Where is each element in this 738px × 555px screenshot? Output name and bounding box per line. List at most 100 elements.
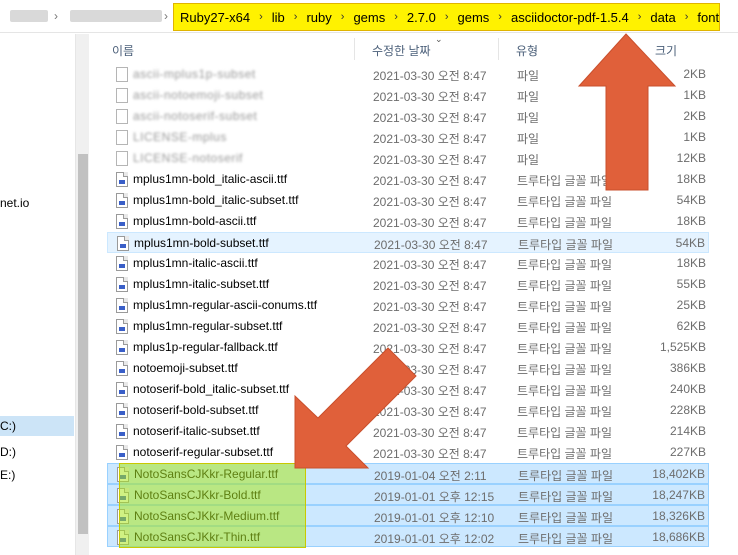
file-row[interactable]: mplus1mn-italic-ascii.ttf 2021-03-30 오전 8… xyxy=(107,253,709,274)
nav-item-drive-c[interactable]: C:) xyxy=(0,416,74,436)
column-size[interactable]: 크기 xyxy=(655,42,677,59)
file-size: 214KB xyxy=(669,424,706,438)
file-row[interactable]: notoemoji-subset.ttf 2021-03-30 오전 8:47 트루… xyxy=(107,358,709,379)
file-size: 25KB xyxy=(676,298,706,312)
file-size: 1KB xyxy=(683,88,706,102)
file-row[interactable]: mplus1mn-regular-ascii-conums.ttf 2021-03… xyxy=(107,295,709,316)
file-name: notoserif-italic-subset.ttf xyxy=(133,424,260,438)
column-date[interactable]: 수정한 날짜 xyxy=(372,42,431,59)
file-row[interactable]: mplus1mn-bold-ascii.ttf 2021-03-30 오전 8:4… xyxy=(107,211,709,232)
file-size: 2KB xyxy=(683,67,706,81)
file-type: 트루타입 글꼴 파일 xyxy=(517,384,612,398)
blank-file-icon xyxy=(116,109,128,124)
file-name: LICENSE-notoserif xyxy=(133,151,243,165)
file-row[interactable]: notoserif-bold-subset.ttf 2021-03-30 오전 8… xyxy=(107,400,709,421)
nav-scrollbar[interactable] xyxy=(75,34,89,555)
nav-item-network[interactable]: net.io xyxy=(0,193,74,213)
chevron-right-icon[interactable]: › xyxy=(259,11,263,23)
breadcrumb-segment[interactable]: ruby xyxy=(306,10,331,25)
file-size: 18,326KB xyxy=(652,509,705,523)
file-type: 트루타입 글꼴 파일 xyxy=(517,258,612,272)
file-type: 트루타입 글꼴 파일 xyxy=(517,216,612,230)
file-date: 2021-03-30 오전 8:47 xyxy=(373,132,487,146)
chevron-right-icon[interactable]: › xyxy=(341,11,345,23)
file-type: 트루타입 글꼴 파일 xyxy=(517,363,612,377)
file-name: mplus1mn-bold-subset.ttf xyxy=(134,236,269,250)
file-row[interactable]: LICENSE-mplus 2021-03-30 오전 8:47 파일 1KB xyxy=(107,127,709,148)
file-name: ascii-notoemoji-subset xyxy=(133,88,264,102)
file-date: 2021-03-30 오전 8:47 xyxy=(373,363,487,377)
breadcrumb-segment[interactable]: asciidoctor-pdf-1.5.4 xyxy=(511,10,629,25)
file-type: 트루타입 글꼴 파일 xyxy=(517,279,612,293)
breadcrumb-segment[interactable]: gems xyxy=(353,10,385,25)
font-file-icon xyxy=(116,256,128,271)
file-type: 트루타입 글꼴 파일 xyxy=(518,511,613,525)
file-type: 트루타입 글꼴 파일 xyxy=(518,490,613,504)
file-row[interactable]: ascii-notoemoji-subset 2021-03-30 오전 8:47… xyxy=(107,85,709,106)
file-date: 2021-03-30 오전 8:47 xyxy=(373,300,487,314)
file-row[interactable]: notoserif-italic-subset.ttf 2021-03-30 오전… xyxy=(107,421,709,442)
file-row[interactable]: mplus1mn-regular-subset.ttf 2021-03-30 오전… xyxy=(107,316,709,337)
column-name[interactable]: 이름 xyxy=(112,42,134,59)
breadcrumb-segment[interactable]: lib xyxy=(272,10,285,25)
file-type: 파일 xyxy=(517,90,540,104)
chevron-right-icon[interactable]: › xyxy=(638,11,642,23)
nav-scrollbar-thumb[interactable] xyxy=(78,154,88,534)
file-row[interactable]: ascii-mplus1p-subset 2021-03-30 오전 8:47 파일… xyxy=(107,64,709,85)
nav-item-drive-e[interactable]: E:) xyxy=(0,465,74,485)
file-row[interactable]: ascii-notoserif-subset 2021-03-30 오전 8:47… xyxy=(107,106,709,127)
file-date: 2021-03-30 오전 8:47 xyxy=(373,90,487,104)
breadcrumb-segment[interactable]: gems xyxy=(458,10,490,25)
file-size: 1KB xyxy=(683,130,706,144)
chevron-right-icon: › xyxy=(164,9,168,23)
font-file-icon xyxy=(116,214,128,229)
file-size: 18,247KB xyxy=(652,488,705,502)
nav-item-drive-d[interactable]: D:) xyxy=(0,442,74,462)
address-bar[interactable]: › › Ruby27-x64 › lib › ruby › gems › 2.7.0 › gems ›… xyxy=(0,0,738,33)
column-type[interactable]: 유형 xyxy=(516,42,538,59)
file-name: mplus1mn-bold_italic-ascii.ttf xyxy=(133,172,288,186)
file-row[interactable]: mplus1p-regular-fallback.ttf 2021-03-30 오… xyxy=(107,337,709,358)
file-size: 2KB xyxy=(683,109,706,123)
breadcrumb-segment[interactable]: Ruby27-x64 xyxy=(180,10,250,25)
file-date: 2021-03-30 오전 8:47 xyxy=(373,447,487,461)
chevron-right-icon: › xyxy=(54,9,58,23)
file-date: 2019-01-01 오후 12:10 xyxy=(374,511,495,525)
column-divider[interactable] xyxy=(630,38,631,60)
breadcrumb-segment[interactable]: fonts xyxy=(697,10,719,25)
chevron-right-icon[interactable]: › xyxy=(498,11,502,23)
file-row[interactable]: mplus1mn-italic-subset.ttf 2021-03-30 오전 … xyxy=(107,274,709,295)
file-row[interactable]: notoserif-bold_italic-subset.ttf 2021-03-… xyxy=(107,379,709,400)
font-file-icon xyxy=(116,445,128,460)
file-date: 2021-03-30 오전 8:47 xyxy=(373,216,487,230)
file-size: 18,402KB xyxy=(652,467,705,481)
file-name: mplus1p-regular-fallback.ttf xyxy=(133,340,278,354)
blank-file-icon xyxy=(116,88,128,103)
chevron-right-icon[interactable]: › xyxy=(394,11,398,23)
font-file-icon xyxy=(116,382,128,397)
file-row[interactable]: notoserif-regular-subset.ttf 2021-03-30 오… xyxy=(107,442,709,463)
column-divider[interactable] xyxy=(498,38,499,60)
file-name: mplus1mn-regular-subset.ttf xyxy=(133,319,283,333)
file-row[interactable]: mplus1mn-bold_italic-subset.ttf 2021-03-3… xyxy=(107,190,709,211)
chevron-right-icon[interactable]: › xyxy=(294,11,298,23)
file-size: 12KB xyxy=(676,151,706,165)
breadcrumb-segment[interactable]: data xyxy=(650,10,675,25)
blank-file-icon xyxy=(116,130,128,145)
file-size: 18KB xyxy=(676,172,706,186)
file-name: LICENSE-mplus xyxy=(133,130,227,144)
chevron-right-icon[interactable]: › xyxy=(445,11,449,23)
column-divider[interactable] xyxy=(354,38,355,60)
file-row[interactable]: mplus1mn-bold-subset.ttf 2021-03-30 오전 8:… xyxy=(107,232,709,253)
file-date: 2021-03-30 오전 8:47 xyxy=(373,258,487,272)
chevron-right-icon[interactable]: › xyxy=(685,11,689,23)
file-date: 2021-03-30 오전 8:47 xyxy=(373,174,487,188)
file-row[interactable]: LICENSE-notoserif 2021-03-30 오전 8:47 파일 12K… xyxy=(107,148,709,169)
font-file-icon xyxy=(116,172,128,187)
file-name: notoemoji-subset.ttf xyxy=(133,361,238,375)
file-row[interactable]: mplus1mn-bold_italic-ascii.ttf 2021-03-30… xyxy=(107,169,709,190)
font-file-icon xyxy=(116,298,128,313)
breadcrumb-segment[interactable]: 2.7.0 xyxy=(407,10,436,25)
file-date: 2019-01-04 오전 2:11 xyxy=(374,469,487,483)
file-date: 2021-03-30 오전 8:47 xyxy=(373,111,487,125)
